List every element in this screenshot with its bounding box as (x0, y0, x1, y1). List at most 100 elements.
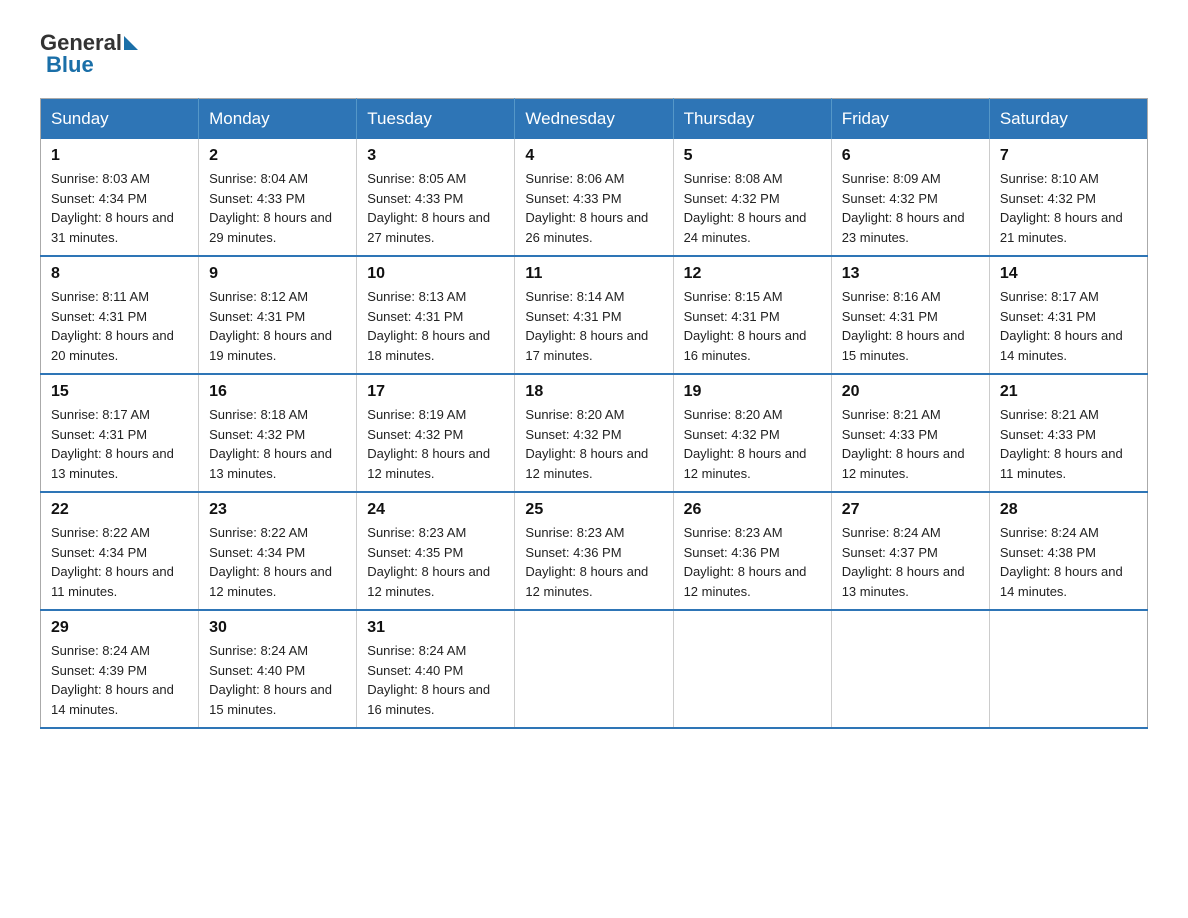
day-number: 5 (684, 147, 821, 165)
day-info: Sunrise: 8:06 AMSunset: 4:33 PMDaylight:… (525, 169, 662, 247)
page-header: General Blue (40, 30, 1148, 78)
day-info: Sunrise: 8:13 AMSunset: 4:31 PMDaylight:… (367, 287, 504, 365)
day-cell-19: 19Sunrise: 8:20 AMSunset: 4:32 PMDayligh… (673, 374, 831, 492)
day-cell-11: 11 Sunrise: 8:14 AMSunset: 4:31 PMDayligh… (515, 256, 673, 374)
calendar-week-5: 29 Sunrise: 8:24 AMSunset: 4:39 PMDayligh… (41, 610, 1148, 728)
day-number: 18 (525, 383, 662, 401)
day-info: Sunrise: 8:05 AMSunset: 4:33 PMDaylight:… (367, 169, 504, 247)
day-number: 21 (1000, 383, 1137, 401)
day-number: 11 (525, 265, 662, 283)
day-info: Sunrise: 8:03 AMSunset: 4:34 PMDaylight:… (51, 169, 188, 247)
day-number: 31 (367, 619, 504, 637)
day-number: 19 (684, 383, 821, 401)
day-info: Sunrise: 8:20 AMSunset: 4:32 PMDaylight:… (525, 405, 662, 483)
calendar-week-4: 22 Sunrise: 8:22 AMSunset: 4:34 PMDayligh… (41, 492, 1148, 610)
day-info: Sunrise: 8:21 AMSunset: 4:33 PMDaylight:… (1000, 405, 1137, 483)
day-cell-30: 30 Sunrise: 8:24 AMSunset: 4:40 PMDayligh… (199, 610, 357, 728)
day-number: 4 (525, 147, 662, 165)
day-info: Sunrise: 8:18 AMSunset: 4:32 PMDaylight:… (209, 405, 346, 483)
day-number: 6 (842, 147, 979, 165)
logo: General Blue (40, 30, 140, 78)
day-info: Sunrise: 8:08 AMSunset: 4:32 PMDaylight:… (684, 169, 821, 247)
day-number: 22 (51, 501, 188, 519)
day-info: Sunrise: 8:17 AMSunset: 4:31 PMDaylight:… (51, 405, 188, 483)
day-cell-3: 3Sunrise: 8:05 AMSunset: 4:33 PMDaylight… (357, 139, 515, 256)
day-number: 20 (842, 383, 979, 401)
day-info: Sunrise: 8:21 AMSunset: 4:33 PMDaylight:… (842, 405, 979, 483)
day-info: Sunrise: 8:24 AMSunset: 4:37 PMDaylight:… (842, 523, 979, 601)
day-cell-1: 1 Sunrise: 8:03 AMSunset: 4:34 PMDaylight… (41, 139, 199, 256)
calendar-table: SundayMondayTuesdayWednesdayThursdayFrid… (40, 98, 1148, 729)
day-number: 25 (525, 501, 662, 519)
day-info: Sunrise: 8:15 AMSunset: 4:31 PMDaylight:… (684, 287, 821, 365)
day-cell-28: 28Sunrise: 8:24 AMSunset: 4:38 PMDayligh… (989, 492, 1147, 610)
day-number: 24 (367, 501, 504, 519)
day-number: 8 (51, 265, 188, 283)
day-info: Sunrise: 8:24 AMSunset: 4:40 PMDaylight:… (367, 641, 504, 719)
day-number: 7 (1000, 147, 1137, 165)
day-cell-26: 26 Sunrise: 8:23 AMSunset: 4:36 PMDayligh… (673, 492, 831, 610)
weekday-header-saturday: Saturday (989, 99, 1147, 140)
day-info: Sunrise: 8:04 AMSunset: 4:33 PMDaylight:… (209, 169, 346, 247)
day-cell-14: 14 Sunrise: 8:17 AMSunset: 4:31 PMDayligh… (989, 256, 1147, 374)
day-number: 29 (51, 619, 188, 637)
logo-arrow-icon (124, 36, 138, 50)
day-cell-8: 8 Sunrise: 8:11 AMSunset: 4:31 PMDaylight… (41, 256, 199, 374)
day-number: 27 (842, 501, 979, 519)
day-cell-24: 24 Sunrise: 8:23 AMSunset: 4:35 PMDayligh… (357, 492, 515, 610)
day-cell-17: 17 Sunrise: 8:19 AMSunset: 4:32 PMDayligh… (357, 374, 515, 492)
calendar-week-2: 8 Sunrise: 8:11 AMSunset: 4:31 PMDaylight… (41, 256, 1148, 374)
weekday-header-sunday: Sunday (41, 99, 199, 140)
day-info: Sunrise: 8:24 AMSunset: 4:40 PMDaylight:… (209, 641, 346, 719)
day-cell-13: 13Sunrise: 8:16 AMSunset: 4:31 PMDayligh… (831, 256, 989, 374)
day-info: Sunrise: 8:12 AMSunset: 4:31 PMDaylight:… (209, 287, 346, 365)
day-number: 16 (209, 383, 346, 401)
day-cell-10: 10 Sunrise: 8:13 AMSunset: 4:31 PMDayligh… (357, 256, 515, 374)
day-cell-7: 7 Sunrise: 8:10 AMSunset: 4:32 PMDaylight… (989, 139, 1147, 256)
day-info: Sunrise: 8:23 AMSunset: 4:36 PMDaylight:… (684, 523, 821, 601)
calendar-header-row: SundayMondayTuesdayWednesdayThursdayFrid… (41, 99, 1148, 140)
day-info: Sunrise: 8:24 AMSunset: 4:39 PMDaylight:… (51, 641, 188, 719)
day-number: 23 (209, 501, 346, 519)
day-info: Sunrise: 8:23 AMSunset: 4:35 PMDaylight:… (367, 523, 504, 601)
day-info: Sunrise: 8:24 AMSunset: 4:38 PMDaylight:… (1000, 523, 1137, 601)
day-info: Sunrise: 8:19 AMSunset: 4:32 PMDaylight:… (367, 405, 504, 483)
day-info: Sunrise: 8:16 AMSunset: 4:31 PMDaylight:… (842, 287, 979, 365)
day-number: 10 (367, 265, 504, 283)
day-number: 14 (1000, 265, 1137, 283)
day-info: Sunrise: 8:11 AMSunset: 4:31 PMDaylight:… (51, 287, 188, 365)
day-cell-12: 12Sunrise: 8:15 AMSunset: 4:31 PMDayligh… (673, 256, 831, 374)
day-number: 15 (51, 383, 188, 401)
day-number: 26 (684, 501, 821, 519)
day-cell-15: 15 Sunrise: 8:17 AMSunset: 4:31 PMDayligh… (41, 374, 199, 492)
day-info: Sunrise: 8:17 AMSunset: 4:31 PMDaylight:… (1000, 287, 1137, 365)
day-cell-31: 31 Sunrise: 8:24 AMSunset: 4:40 PMDayligh… (357, 610, 515, 728)
weekday-header-thursday: Thursday (673, 99, 831, 140)
weekday-header-tuesday: Tuesday (357, 99, 515, 140)
day-cell-22: 22 Sunrise: 8:22 AMSunset: 4:34 PMDayligh… (41, 492, 199, 610)
day-number: 1 (51, 147, 188, 165)
day-info: Sunrise: 8:23 AMSunset: 4:36 PMDaylight:… (525, 523, 662, 601)
empty-day-cell (989, 610, 1147, 728)
day-cell-23: 23 Sunrise: 8:22 AMSunset: 4:34 PMDayligh… (199, 492, 357, 610)
day-info: Sunrise: 8:10 AMSunset: 4:32 PMDaylight:… (1000, 169, 1137, 247)
weekday-header-friday: Friday (831, 99, 989, 140)
day-cell-25: 25 Sunrise: 8:23 AMSunset: 4:36 PMDayligh… (515, 492, 673, 610)
calendar-week-1: 1 Sunrise: 8:03 AMSunset: 4:34 PMDaylight… (41, 139, 1148, 256)
day-info: Sunrise: 8:22 AMSunset: 4:34 PMDaylight:… (51, 523, 188, 601)
calendar-week-3: 15 Sunrise: 8:17 AMSunset: 4:31 PMDayligh… (41, 374, 1148, 492)
empty-day-cell (831, 610, 989, 728)
logo-blue-text: Blue (46, 52, 94, 78)
day-info: Sunrise: 8:22 AMSunset: 4:34 PMDaylight:… (209, 523, 346, 601)
day-number: 9 (209, 265, 346, 283)
empty-day-cell (515, 610, 673, 728)
day-cell-5: 5 Sunrise: 8:08 AMSunset: 4:32 PMDaylight… (673, 139, 831, 256)
weekday-header-wednesday: Wednesday (515, 99, 673, 140)
day-number: 17 (367, 383, 504, 401)
day-cell-18: 18 Sunrise: 8:20 AMSunset: 4:32 PMDayligh… (515, 374, 673, 492)
day-number: 30 (209, 619, 346, 637)
day-info: Sunrise: 8:14 AMSunset: 4:31 PMDaylight:… (525, 287, 662, 365)
day-cell-29: 29 Sunrise: 8:24 AMSunset: 4:39 PMDayligh… (41, 610, 199, 728)
day-cell-16: 16 Sunrise: 8:18 AMSunset: 4:32 PMDayligh… (199, 374, 357, 492)
day-cell-21: 21 Sunrise: 8:21 AMSunset: 4:33 PMDayligh… (989, 374, 1147, 492)
